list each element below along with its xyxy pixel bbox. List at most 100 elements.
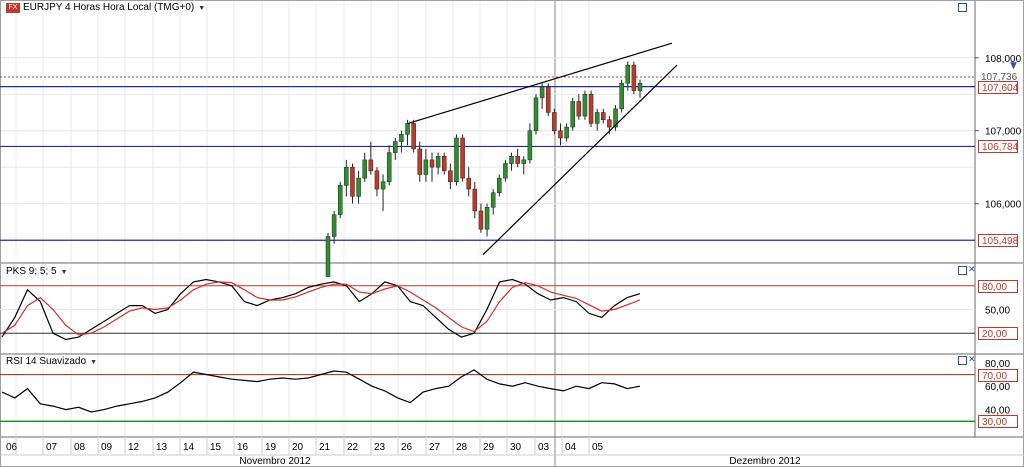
stoch-tick-label: 50,00 [985, 306, 1010, 317]
candle-body [331, 214, 337, 237]
day-label: 14 [183, 442, 195, 453]
day-label: 06 [6, 442, 18, 453]
candle-body [368, 159, 374, 172]
candle-body [527, 130, 533, 161]
day-label: 22 [347, 442, 359, 453]
candle-body [399, 134, 404, 142]
candle-body [509, 155, 514, 164]
panel-borders [0, 0, 1024, 467]
candle-body [552, 112, 557, 131]
candle-body [356, 177, 361, 197]
candle-body [631, 64, 637, 91]
rsi-title-text: RSI 14 Suavizado [6, 356, 87, 367]
candle-body [503, 163, 508, 179]
candle-body [362, 159, 367, 179]
chevron-down-icon[interactable]: ▼ [198, 5, 205, 12]
candle-body [564, 126, 569, 139]
candle-body [570, 101, 575, 128]
close-panel-icon[interactable]: ✕ [968, 266, 976, 275]
candle-body [380, 181, 386, 190]
day-label: 27 [429, 442, 441, 453]
rsi-level-label: 30,00 [978, 415, 1018, 429]
day-label: 05 [592, 442, 604, 453]
candle-body [441, 155, 447, 172]
candle-body [558, 130, 563, 139]
main-chart-title-text: EURJPY 4 Horas Hora Local (TMG+0) [23, 2, 195, 13]
day-label: 29 [483, 442, 495, 453]
candle-body [472, 188, 478, 212]
day-label: 03 [538, 442, 550, 453]
rsi-title[interactable]: RSI 14 Suavizado ▼ [6, 356, 97, 367]
candle-body [619, 83, 624, 110]
stoch-level-label: 20,00 [978, 327, 1018, 341]
maximize-panel-icon[interactable] [958, 356, 967, 365]
candle-body [337, 185, 343, 215]
maximize-panel-icon[interactable] [958, 266, 967, 275]
candle-body [490, 192, 496, 208]
chart-frame [0, 0, 1024, 467]
month-label: Dezembro 2012 [729, 456, 801, 467]
candle-body [460, 137, 465, 179]
candle-body [429, 159, 435, 168]
day-label: 12 [128, 442, 140, 453]
candle-body [582, 93, 588, 117]
candle-body [478, 210, 484, 230]
price-marker-label: 105,498 [978, 234, 1018, 248]
stoch-title-text: PKS 9; 5; 5 [6, 266, 57, 277]
day-label: 08 [74, 442, 86, 453]
chart-svg: 108,000107,000106,00050,0080,0060,0040,0… [0, 0, 1024, 467]
candle-body [576, 101, 582, 117]
candle-body [417, 148, 423, 175]
scale-down-icon[interactable]: ▼ [1010, 62, 1017, 71]
close-panel-icon[interactable]: ✕ [968, 356, 976, 365]
candle-body [374, 170, 380, 190]
candle-body [588, 93, 594, 124]
candle-body [484, 207, 490, 230]
candle-body [637, 83, 643, 91]
candle-body [411, 123, 416, 150]
candle-body [466, 177, 471, 190]
candle-body [405, 123, 410, 135]
month-label: Novembro 2012 [239, 456, 311, 467]
day-label: 04 [565, 442, 577, 453]
candle-body [435, 155, 441, 168]
day-label: 13 [156, 442, 168, 453]
candle-body [594, 112, 600, 124]
price-marker-label: 107,604 [978, 80, 1018, 94]
chevron-down-icon[interactable]: ▼ [61, 269, 68, 276]
candle-body [386, 152, 392, 183]
candle-body [625, 64, 631, 84]
candle-body [607, 119, 612, 128]
price-panel[interactable] [0, 42, 975, 277]
candle-body [515, 155, 520, 164]
day-label: 30 [510, 442, 522, 453]
price-tick-label: 107,000 [985, 127, 1022, 138]
price-marker-label: 106,784 [978, 140, 1018, 154]
axes: 108,000107,000106,00050,0080,0060,0040,0… [0, 54, 1024, 467]
day-label: 19 [265, 442, 277, 453]
candle-body [325, 236, 331, 277]
stochastic-panel[interactable] [0, 278, 975, 341]
main-chart-title[interactable]: EURJPY 4 Horas Hora Local (TMG+0) ▼ [23, 2, 205, 13]
candle-body [521, 159, 527, 164]
day-label: 20 [292, 442, 304, 453]
candle-body [454, 137, 459, 183]
day-label: 15 [210, 442, 222, 453]
rsi-panel[interactable] [0, 369, 975, 423]
day-label: 21 [319, 442, 331, 453]
candle-body [448, 170, 453, 183]
price-tick-label: 106,000 [985, 200, 1022, 211]
candle-body [344, 166, 349, 186]
day-label: 16 [237, 442, 249, 453]
rsi-tick-label: 60,00 [985, 382, 1010, 393]
candle-body [601, 112, 606, 121]
chevron-down-icon[interactable]: ▼ [90, 359, 97, 366]
day-label: 09 [101, 442, 113, 453]
rsi-level-label: 70,00 [978, 368, 1018, 382]
day-label: 23 [374, 442, 386, 453]
day-label: 26 [401, 442, 413, 453]
candle-body [350, 166, 355, 197]
maximize-panel-icon[interactable] [958, 3, 967, 12]
candle-body [423, 159, 429, 175]
stoch-title[interactable]: PKS 9; 5; 5 ▼ [6, 266, 68, 277]
